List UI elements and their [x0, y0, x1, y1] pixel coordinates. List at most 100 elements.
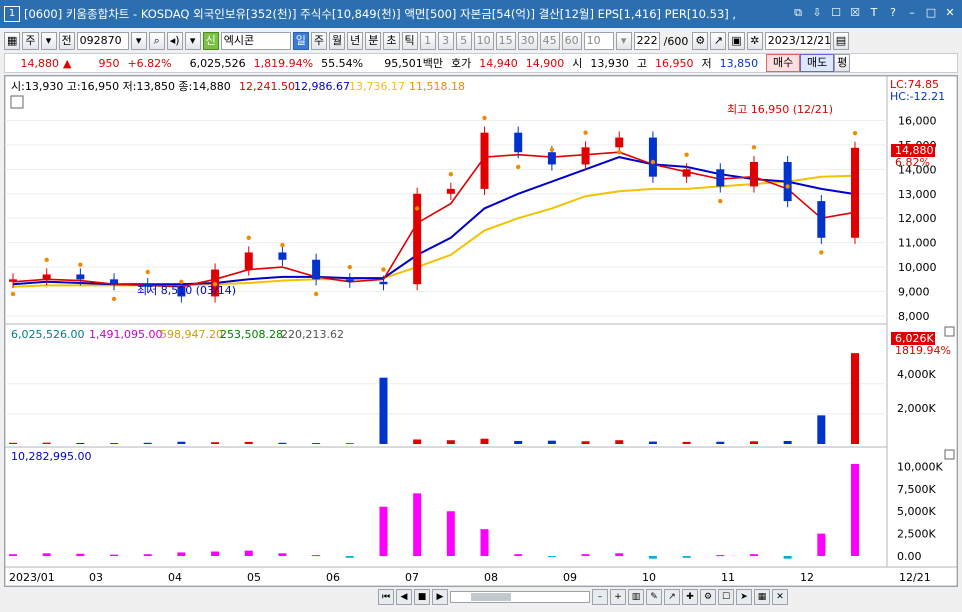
volume-bar — [682, 441, 691, 444]
sound-icon[interactable]: ◂) — [166, 32, 183, 50]
chevron-down-icon[interactable]: ▾ — [615, 32, 632, 50]
tab-year[interactable]: 년 — [347, 32, 364, 50]
candle-body — [581, 147, 590, 165]
window-icon[interactable]: ☐ — [718, 589, 734, 605]
vol-ytick-2: 2,000K — [897, 402, 936, 415]
settings-icon[interactable]: ⚙ — [692, 32, 709, 50]
candle-body — [514, 132, 523, 153]
interval-15[interactable]: 15 — [495, 32, 516, 50]
quote-ask: 14,940 — [479, 56, 518, 70]
zoom-in-icon[interactable]: + — [610, 589, 626, 605]
buy-button[interactable]: 매수 — [766, 54, 801, 72]
interval-input[interactable]: 10 — [583, 32, 614, 50]
interval-3[interactable]: 3 — [437, 32, 454, 50]
chart-type-icon[interactable]: ▥ — [628, 589, 644, 605]
eval-button[interactable]: 평 — [834, 54, 851, 72]
tab-minute[interactable]: 분 — [365, 32, 382, 50]
code-dropdown-icon[interactable]: ▾ — [130, 32, 147, 50]
oscillator-bar — [480, 529, 489, 556]
stock-code-input[interactable]: 092870 — [76, 32, 129, 50]
help-icon[interactable]: ? — [885, 5, 901, 21]
tab-week[interactable]: 주 — [310, 32, 328, 50]
box-icon[interactable]: ☐ — [828, 5, 844, 21]
tab-day[interactable]: 일 — [292, 32, 309, 50]
interval-1[interactable]: 1 — [419, 32, 436, 50]
sell-button[interactable]: 매도 — [800, 54, 835, 72]
next-icon[interactable]: ▶ — [432, 589, 448, 605]
trend-icon[interactable]: ↗ — [664, 589, 680, 605]
volume-bar — [345, 443, 354, 444]
chevron-down-icon[interactable]: ▾ — [184, 32, 201, 50]
zoom-out-icon[interactable]: – — [592, 589, 608, 605]
table-icon[interactable] — [10, 95, 24, 109]
save-icon[interactable]: ▣ — [728, 32, 745, 50]
tab-second[interactable]: 초 — [383, 32, 400, 50]
candle-body — [615, 137, 624, 148]
settings-icon[interactable]: ⚙ — [700, 589, 716, 605]
grid-icon[interactable]: ▦ — [4, 32, 21, 50]
open-label: 시 — [572, 57, 583, 70]
oscillator-bar — [648, 556, 657, 559]
tool-icon[interactable]: ✎ — [646, 589, 662, 605]
sar-dot — [549, 147, 555, 152]
minimize-icon[interactable]: – — [904, 5, 920, 21]
scroll-thumb[interactable] — [471, 593, 511, 601]
chart-svg[interactable]: 시:13,930 고:16,950 저:13,850 종:14,880 12,2… — [4, 75, 958, 587]
grid-icon[interactable]: ▦ — [754, 589, 770, 605]
x-axis-end-label: 12/21 — [899, 571, 931, 584]
interval-10[interactable]: 10 — [473, 32, 494, 50]
chart-area[interactable]: 시:13,930 고:16,950 저:13,850 종:14,880 12,2… — [4, 75, 958, 587]
prev-icon[interactable]: ◀ — [396, 589, 412, 605]
crosshair-icon[interactable]: ✚ — [682, 589, 698, 605]
quote-arrow: ▲ — [63, 56, 72, 70]
panel-close-icon[interactable] — [944, 449, 955, 460]
oscillator-bar — [851, 463, 859, 556]
count-input[interactable]: 222 — [633, 32, 660, 50]
x-axis-label: 10 — [642, 571, 656, 584]
date-input[interactable]: 2023/12/21 — [764, 32, 831, 50]
calendar-icon[interactable]: ▤ — [832, 32, 850, 50]
volume-bar — [312, 443, 321, 444]
stop-icon[interactable]: ■ — [414, 589, 430, 605]
candle-body — [682, 169, 691, 177]
interval-45[interactable]: 45 — [539, 32, 560, 50]
restore-icon[interactable]: ⧉ — [790, 5, 806, 21]
maximize-icon[interactable]: □ — [923, 5, 939, 21]
prev-button[interactable]: 전 — [58, 32, 75, 50]
text-icon[interactable]: T — [866, 5, 882, 21]
interval-30[interactable]: 30 — [517, 32, 538, 50]
close-icon[interactable]: ✕ — [942, 5, 958, 21]
gear-icon[interactable]: ✲ — [746, 32, 763, 50]
max-annotation: 최고 16,950 (12/21) — [727, 103, 833, 116]
search-icon[interactable]: ⌕ — [148, 32, 165, 50]
oscillator-bar — [682, 556, 691, 558]
oscillator-bar — [110, 554, 119, 556]
x-axis-label: 05 — [247, 571, 261, 584]
scroll-track[interactable] — [450, 591, 590, 603]
first-icon[interactable]: ⏮ — [378, 589, 394, 605]
candle-body — [42, 274, 51, 280]
panel-close-icon[interactable] — [944, 326, 955, 337]
checkbox-icon[interactable]: ☒ — [847, 5, 863, 21]
oscillator-bar — [312, 555, 321, 557]
volume-bar — [76, 442, 85, 444]
interval-60[interactable]: 60 — [561, 32, 582, 50]
price-y-tick: 9,000 — [898, 286, 930, 299]
close-icon[interactable]: ✕ — [772, 589, 788, 605]
candle-body — [278, 252, 287, 260]
tab-tick[interactable]: 틱 — [401, 32, 418, 50]
tab-month[interactable]: 월 — [329, 32, 346, 50]
chart-tool-icon[interactable]: ↗ — [710, 32, 727, 50]
arrow-icon[interactable]: ➤ — [736, 589, 752, 605]
sar-dot — [246, 235, 251, 240]
window-buttons: ⧉ ⇩ ☐ ☒ T ? – □ ✕ — [790, 5, 958, 21]
last-pct-tag: 6.82% — [895, 156, 930, 169]
volume-bar — [817, 415, 826, 444]
quote-volume: 6,025,526 — [189, 56, 246, 70]
period-select[interactable]: 주 — [22, 32, 39, 50]
candle-body — [244, 252, 253, 270]
chevron-down-icon[interactable]: ▾ — [40, 32, 57, 50]
download-icon[interactable]: ⇩ — [809, 5, 825, 21]
interval-5[interactable]: 5 — [455, 32, 472, 50]
sar-dot — [650, 159, 656, 165]
